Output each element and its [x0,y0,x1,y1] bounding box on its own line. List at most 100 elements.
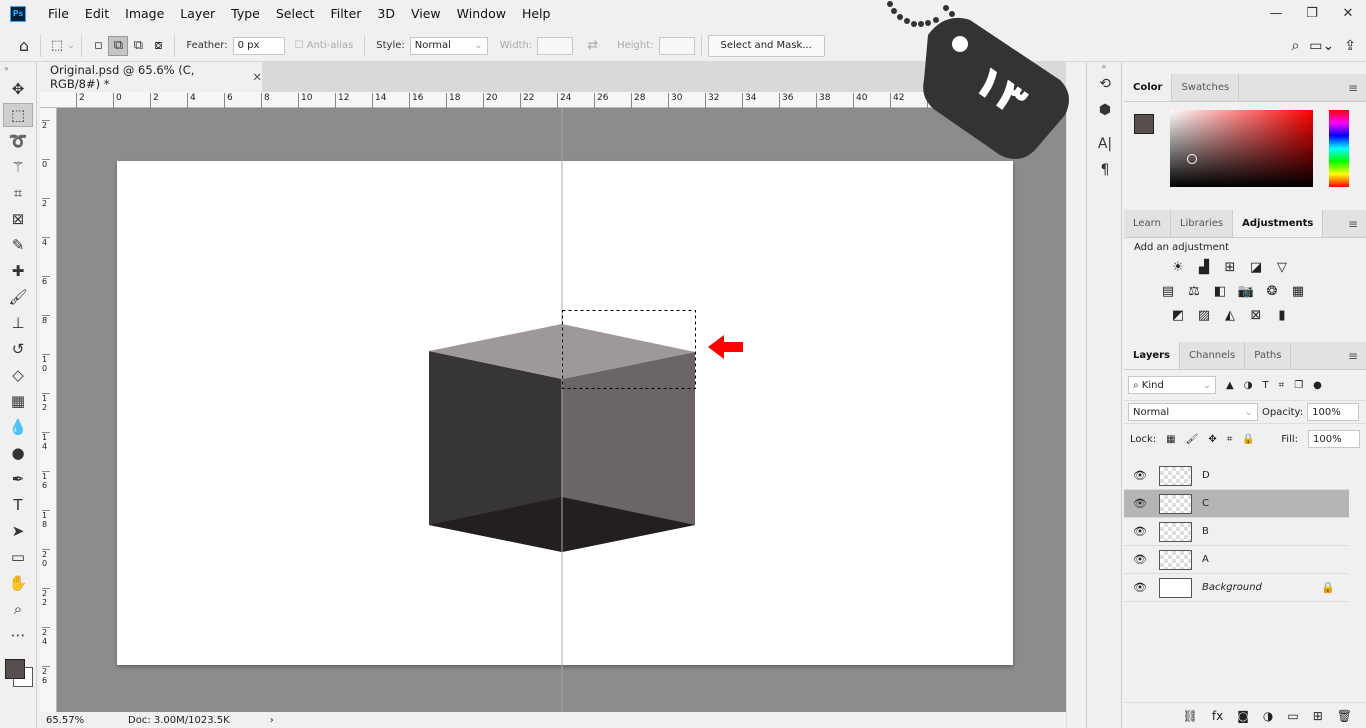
menu-layer[interactable]: Layer [172,6,223,21]
link-layers-icon[interactable]: ⛓ [1183,709,1198,723]
hand-tool-icon[interactable]: ✋ [3,571,33,595]
menu-window[interactable]: Window [449,6,514,21]
tab-original-psd[interactable]: Original.psd @ 65.6% (C, RGB/8#) * ✕ [40,62,262,92]
type-tool-icon[interactable]: T [3,493,33,517]
gradient-map-icon[interactable]: ▮ [1272,305,1292,325]
subtract-selection-icon[interactable]: ⧉ [128,36,148,56]
chevron-right-icon[interactable]: › [270,715,274,726]
chevron-down-icon[interactable]: ⌄ [67,40,75,51]
menu-view[interactable]: View [403,6,449,21]
lasso-tool-icon[interactable]: ➰ [3,129,33,153]
eye-icon[interactable]: 👁 [1124,525,1156,538]
paragraph-icon[interactable]: ¶ [1087,157,1123,183]
eraser-icon[interactable]: ◇ [3,363,33,387]
width-input[interactable] [537,36,574,55]
black-white-icon[interactable]: ◧ [1210,281,1230,301]
tab-color[interactable]: Color [1124,74,1173,101]
gradient-tool-icon[interactable]: ▦ [3,389,33,413]
add-selection-icon[interactable]: ⧉ [108,35,129,56]
color-picker-field[interactable] [1170,110,1313,187]
feather-input[interactable]: 0 px [232,36,285,55]
pixel-filter-icon[interactable]: ▲ [1226,380,1234,391]
intersect-selection-icon[interactable]: ⧇ [148,36,168,56]
tab-channels[interactable]: Channels [1180,342,1246,369]
crop-tool-icon[interactable]: ⌗ [3,181,33,205]
smart-filter-icon[interactable]: ❐ [1294,380,1303,391]
photo-filter-icon[interactable]: 📷 [1236,281,1256,301]
filter-toggle[interactable]: ● [1313,380,1322,391]
history-brush-icon[interactable]: ↺ [3,337,33,361]
hue-slider[interactable] [1329,110,1349,187]
vertical-scrollbar[interactable] [1066,92,1084,728]
new-group-icon[interactable]: ▭ [1287,709,1298,723]
character-icon[interactable]: A| [1087,131,1123,157]
lock-artboard-icon[interactable]: ⌗ [1227,434,1233,445]
zoom-level[interactable]: 65.57% [40,715,110,726]
new-adjustment-icon[interactable]: ◑ [1263,709,1273,723]
lock-transparent-icon[interactable]: ▦ [1166,434,1175,445]
pen-tool-icon[interactable]: ✒ [3,467,33,491]
hue-saturation-icon[interactable]: ▤ [1158,281,1178,301]
color-balance-icon[interactable]: ⚖ [1184,281,1204,301]
lock-position-icon[interactable]: ✥ [1208,434,1216,445]
blur-tool-icon[interactable]: 💧 [3,415,33,439]
frame-tool-icon[interactable]: ⊠ [3,207,33,231]
magic-wand-icon[interactable]: ⚚ [3,155,33,179]
tab-paths[interactable]: Paths [1245,342,1292,369]
eye-icon[interactable]: 👁 [1124,553,1156,566]
rectangle-tool-icon[interactable]: ▭ [3,545,33,569]
tab-libraries[interactable]: Libraries [1171,210,1234,237]
tab-learn[interactable]: Learn [1124,210,1171,237]
menu-select[interactable]: Select [268,6,323,21]
curves-icon[interactable]: ⊞ [1220,257,1240,277]
add-mask-icon[interactable]: ◙ [1237,709,1249,723]
canvas-area[interactable] [57,108,1066,712]
lock-paint-icon[interactable]: 🖌 [1186,434,1199,445]
brush-tool-icon[interactable]: 🖌 [3,285,33,309]
color-swatches[interactable] [0,649,36,689]
marquee-tool-icon[interactable]: ⬚ [3,103,33,127]
swap-icon[interactable]: ⇄ [587,38,598,53]
adjustment-filter-icon[interactable]: ◑ [1244,380,1253,391]
blend-mode-select[interactable]: Normal ⌄ [1128,403,1258,421]
move-tool-icon[interactable]: ✥ [3,77,33,101]
stamp-tool-icon[interactable]: ⊥ [3,311,33,335]
dodge-tool-icon[interactable]: ● [3,441,33,465]
layer-c[interactable]: 👁 C [1124,490,1349,518]
close-icon[interactable]: ✕ [1330,6,1366,21]
layer-filter-select[interactable]: ⌕ Kind ⌄ [1128,376,1216,394]
layer-background[interactable]: 👁 Background 🔒 [1124,574,1349,602]
zoom-tool-icon[interactable]: ⌕ [3,597,33,621]
type-filter-icon[interactable]: T [1262,380,1268,391]
new-layer-icon[interactable]: ⊞ [1313,709,1323,723]
delete-layer-icon[interactable]: 🗑 [1337,709,1352,723]
menu-help[interactable]: Help [514,6,559,21]
more-tools-icon[interactable]: ⋯ [3,623,33,647]
panel-menu-icon[interactable]: ≡ [1348,81,1358,95]
search-icon[interactable]: ⌕ [1291,38,1299,54]
posterize-icon[interactable]: ▨ [1194,305,1214,325]
panel-menu-icon[interactable]: ≡ [1348,349,1358,363]
layer-b[interactable]: 👁 B [1124,518,1349,546]
close-tab-icon[interactable]: ✕ [252,70,262,84]
brightness-icon[interactable]: ☀ [1168,257,1188,277]
tab-adjustments[interactable]: Adjustments [1233,210,1324,237]
menu-image[interactable]: Image [117,6,172,21]
layer-d[interactable]: 👁 D [1124,462,1349,490]
share-icon[interactable]: ⇪ [1344,38,1356,54]
selective-color-icon[interactable]: ⊠ [1246,305,1266,325]
style-select[interactable]: Normal ⌄ [409,36,488,55]
fill-input[interactable]: 100% [1308,430,1360,448]
layer-a[interactable]: 👁 A [1124,546,1349,574]
workspace-icon[interactable]: ▭⌄ [1309,38,1334,54]
layer-style-icon[interactable]: fx [1212,709,1223,723]
invert-icon[interactable]: ◩ [1168,305,1188,325]
eyedropper-icon[interactable]: ✎ [3,233,33,257]
opacity-input[interactable]: 100% [1307,403,1360,421]
menu-file[interactable]: File [40,6,77,21]
history-icon[interactable]: ⟲ [1087,71,1123,97]
eye-icon[interactable]: 👁 [1124,581,1156,594]
eye-icon[interactable]: 👁 [1124,469,1156,482]
color-lookup-icon[interactable]: ▦ [1288,281,1308,301]
path-select-icon[interactable]: ➤ [3,519,33,543]
